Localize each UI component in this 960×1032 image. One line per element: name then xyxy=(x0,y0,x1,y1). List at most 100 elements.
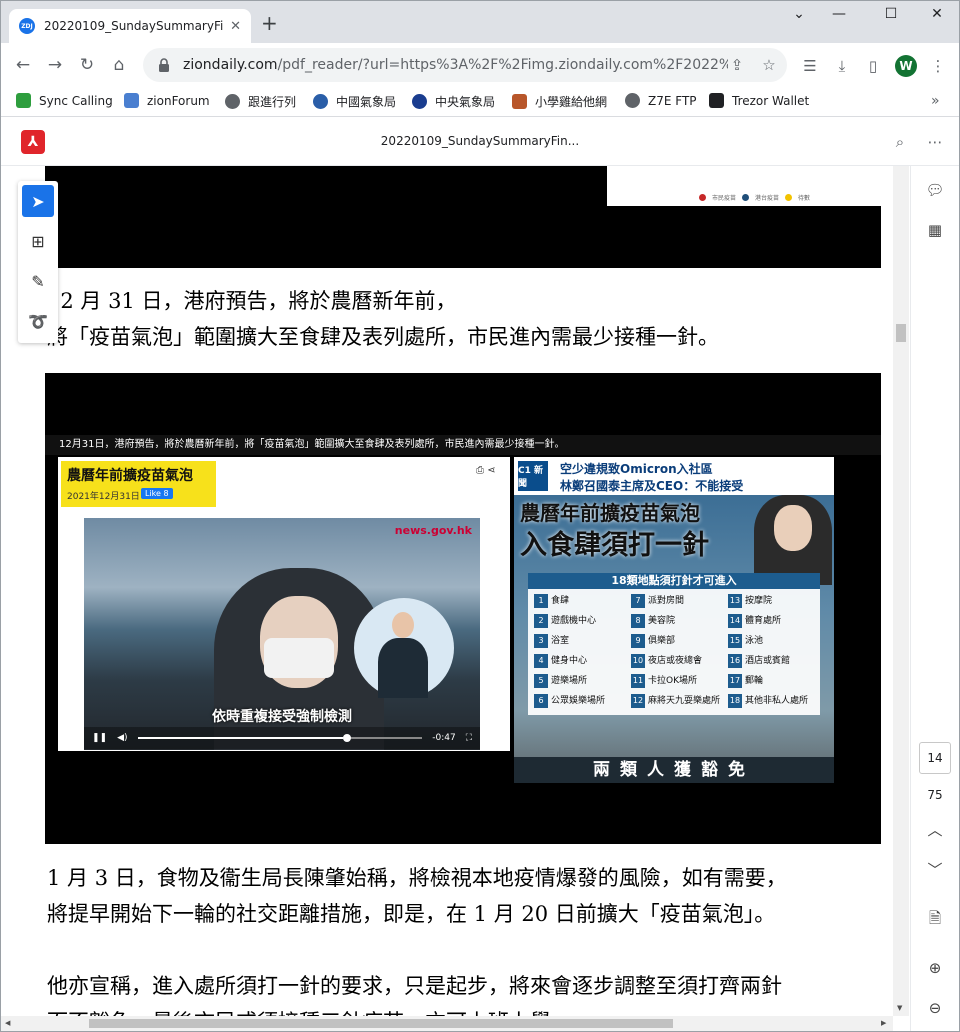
venue-number: 18 xyxy=(728,694,742,708)
venue-number: 1 xyxy=(534,594,548,608)
previous-page-chevron-icon[interactable]: ︿ xyxy=(923,818,947,842)
download-icon[interactable]: ⤓ xyxy=(831,55,853,77)
venue-number: 16 xyxy=(728,654,742,668)
comments-icon[interactable]: 💬︎ xyxy=(923,178,947,202)
bookmark-cwb[interactable]: 中央氣象局 xyxy=(412,93,495,110)
venue-label: 健身中心 xyxy=(551,656,588,666)
venue-item: 1 食肆 xyxy=(534,592,569,610)
paragraph-line: 1 月 3 日，食物及衞生局長陳肇始稱，將檢視本地疫情爆發的風險，如有需要， xyxy=(47,866,787,890)
bookmark-sync-calling[interactable]: Sync Calling xyxy=(16,93,113,108)
current-page-input[interactable]: 14 xyxy=(919,742,951,774)
bookmark-label: Z7E FTP xyxy=(648,93,697,108)
select-pointer-icon[interactable]: ➤ xyxy=(22,185,54,217)
venue-item: 11 卡拉OK場所 xyxy=(631,672,697,690)
chart-legend: 市民疫苗 港台疫苗 待數 xyxy=(699,193,810,202)
scroll-down-arrow-icon[interactable]: ▼ xyxy=(897,1004,902,1012)
venue-item: 2 遊戲機中心 xyxy=(534,612,596,630)
tv-big-title-2: 入食肆須打一針 xyxy=(520,530,709,561)
bookmark-cma[interactable]: 中國氣象局 xyxy=(313,93,396,110)
bookmark-primary-school-site[interactable]: 小學雞給他網 xyxy=(512,93,607,110)
venue-number: 11 xyxy=(631,674,645,688)
lasso-icon[interactable]: ➰ xyxy=(22,305,54,337)
venue-number: 2 xyxy=(534,614,548,628)
legend-swatch xyxy=(785,194,793,201)
venue-number: 15 xyxy=(728,634,742,648)
venue-number: 7 xyxy=(631,594,645,608)
pdf-viewport[interactable]: 市民疫苗 港台疫苗 待數 12 月 31 日，港府預告，將於農曆新年前， 將「疫… xyxy=(1,166,909,1016)
next-page-chevron-icon[interactable]: ﹀ xyxy=(923,858,947,882)
close-tab-icon[interactable]: ✕ xyxy=(230,19,241,34)
venue-label: 俱樂部 xyxy=(648,636,676,646)
zoom-in-icon[interactable]: ⊕ xyxy=(923,956,947,980)
profile-avatar[interactable]: W xyxy=(895,55,917,77)
tab-strip: ZDJ 20220109_SundaySummaryFin ✕ + ⌄ — ☐ … xyxy=(1,1,959,43)
venue-item: 8 美容院 xyxy=(631,612,675,630)
browser-toolbar: ← → ↻ ⌂ ziondaily.com/pdf_reader/?url=ht… xyxy=(1,43,959,87)
browser-window: ZDJ 20220109_SundaySummaryFin ✕ + ⌄ — ☐ … xyxy=(0,0,960,1032)
venue-number: 8 xyxy=(631,614,645,628)
page-view-icon[interactable]: 🗎︎ xyxy=(923,906,947,930)
total-pages: 75 xyxy=(927,788,943,802)
bookmark-follow-up-queue[interactable]: 跟進行列 xyxy=(225,93,296,110)
lock-icon[interactable] xyxy=(157,58,171,72)
venue-item: 4 健身中心 xyxy=(534,652,587,670)
pause-icon: ❚❚ xyxy=(92,733,108,743)
active-tab[interactable]: ZDJ 20220109_SundaySummaryFin ✕ xyxy=(9,9,251,43)
new-tab-icon[interactable]: + xyxy=(261,13,278,33)
venue-label: 公眾娛樂場所 xyxy=(551,696,606,706)
minimize-icon[interactable]: — xyxy=(819,6,859,22)
thumbnails-grid-icon[interactable]: ▦ xyxy=(923,218,947,242)
bookmark-star-icon[interactable]: ☆ xyxy=(759,55,779,75)
back-arrow-icon[interactable]: ← xyxy=(7,49,39,81)
browser-menu-icon[interactable]: ⋮ xyxy=(927,55,949,77)
side-panel-icon[interactable]: ▯ xyxy=(862,55,884,77)
volume-icon: ◀) xyxy=(117,733,128,743)
reload-icon[interactable]: ↻ xyxy=(71,49,103,81)
govnews-title-box: 農曆年前擴疫苗氣泡 2021年12月31日 Like 8 xyxy=(61,461,216,507)
tv-news-header: C1 新聞 空少違規致Omicron入社區 林鄭召國泰主席及CEO：不能接受 xyxy=(514,457,834,495)
maximize-icon[interactable]: ☐ xyxy=(871,6,911,22)
venue-label: 麻將天九耍樂處所 xyxy=(648,696,721,706)
horizontal-scrollbar[interactable]: ◀ ▶ xyxy=(1,1016,893,1031)
scroll-left-arrow-icon[interactable]: ◀ xyxy=(5,1019,10,1027)
reading-list-icon[interactable]: ☰ xyxy=(799,55,821,77)
vertical-scroll-thumb[interactable] xyxy=(896,324,906,342)
venue-label: 卡拉OK場所 xyxy=(648,676,697,686)
venue-number: 12 xyxy=(631,694,645,708)
venue-label: 遊戲機中心 xyxy=(551,616,597,626)
scroll-right-arrow-icon[interactable]: ▶ xyxy=(881,1019,886,1027)
pdf-document-title: 20220109_SundaySummaryFin... xyxy=(380,134,580,148)
zoom-out-icon[interactable]: ⊖ xyxy=(923,996,947,1020)
bookmark-label: Sync Calling xyxy=(39,93,113,108)
bookmark-label: 跟進行列 xyxy=(248,95,297,109)
add-comment-icon[interactable]: ⊞ xyxy=(22,225,54,257)
bookmark-label: 中國氣象局 xyxy=(336,95,397,109)
print-share-icon: ⎙ ⋖ xyxy=(476,465,496,476)
venue-label: 按摩院 xyxy=(745,596,773,606)
c1-news-logo: C1 新聞 xyxy=(518,461,548,491)
bookmark-trezor-wallet[interactable]: Trezor Wallet xyxy=(709,93,809,108)
tab-search-chevron-icon[interactable]: ⌄ xyxy=(779,6,819,22)
more-bookmarks-chevron-icon[interactable]: » xyxy=(931,93,940,109)
search-icon[interactable]: ⌕ xyxy=(889,131,911,153)
address-bar[interactable]: ziondaily.com/pdf_reader/?url=https%3A%2… xyxy=(143,48,787,82)
bookmark-z7e-ftp[interactable]: Z7E FTP xyxy=(625,93,697,108)
pen-draw-icon[interactable]: ✎ xyxy=(22,265,54,297)
govnews-panel: 農曆年前擴疫苗氣泡 2021年12月31日 Like 8 ⎙ ⋖ news.go… xyxy=(58,457,510,751)
venue-number: 13 xyxy=(728,594,742,608)
paragraph-line: 12 月 31 日，港府預告，將於農曆新年前， xyxy=(47,289,457,313)
site-favicon-icon: ZDJ xyxy=(19,18,35,34)
vertical-scrollbar[interactable]: ▼ xyxy=(893,166,909,1016)
cwb-logo-icon xyxy=(412,94,427,109)
venue-item: 9 俱樂部 xyxy=(631,632,675,650)
venue-number: 10 xyxy=(631,654,645,668)
venue-item: 18 其他非私人處所 xyxy=(728,692,808,710)
video-progress-bar xyxy=(137,734,423,742)
close-window-icon[interactable]: ✕ xyxy=(917,6,957,22)
more-options-icon[interactable]: ⋯ xyxy=(924,131,946,153)
bookmark-zionforum[interactable]: zionForum xyxy=(124,93,210,108)
forward-arrow-icon[interactable]: → xyxy=(39,49,71,81)
share-icon[interactable]: ⇪ xyxy=(727,55,747,75)
home-icon[interactable]: ⌂ xyxy=(103,49,135,81)
horizontal-scroll-thumb[interactable] xyxy=(89,1019,673,1028)
